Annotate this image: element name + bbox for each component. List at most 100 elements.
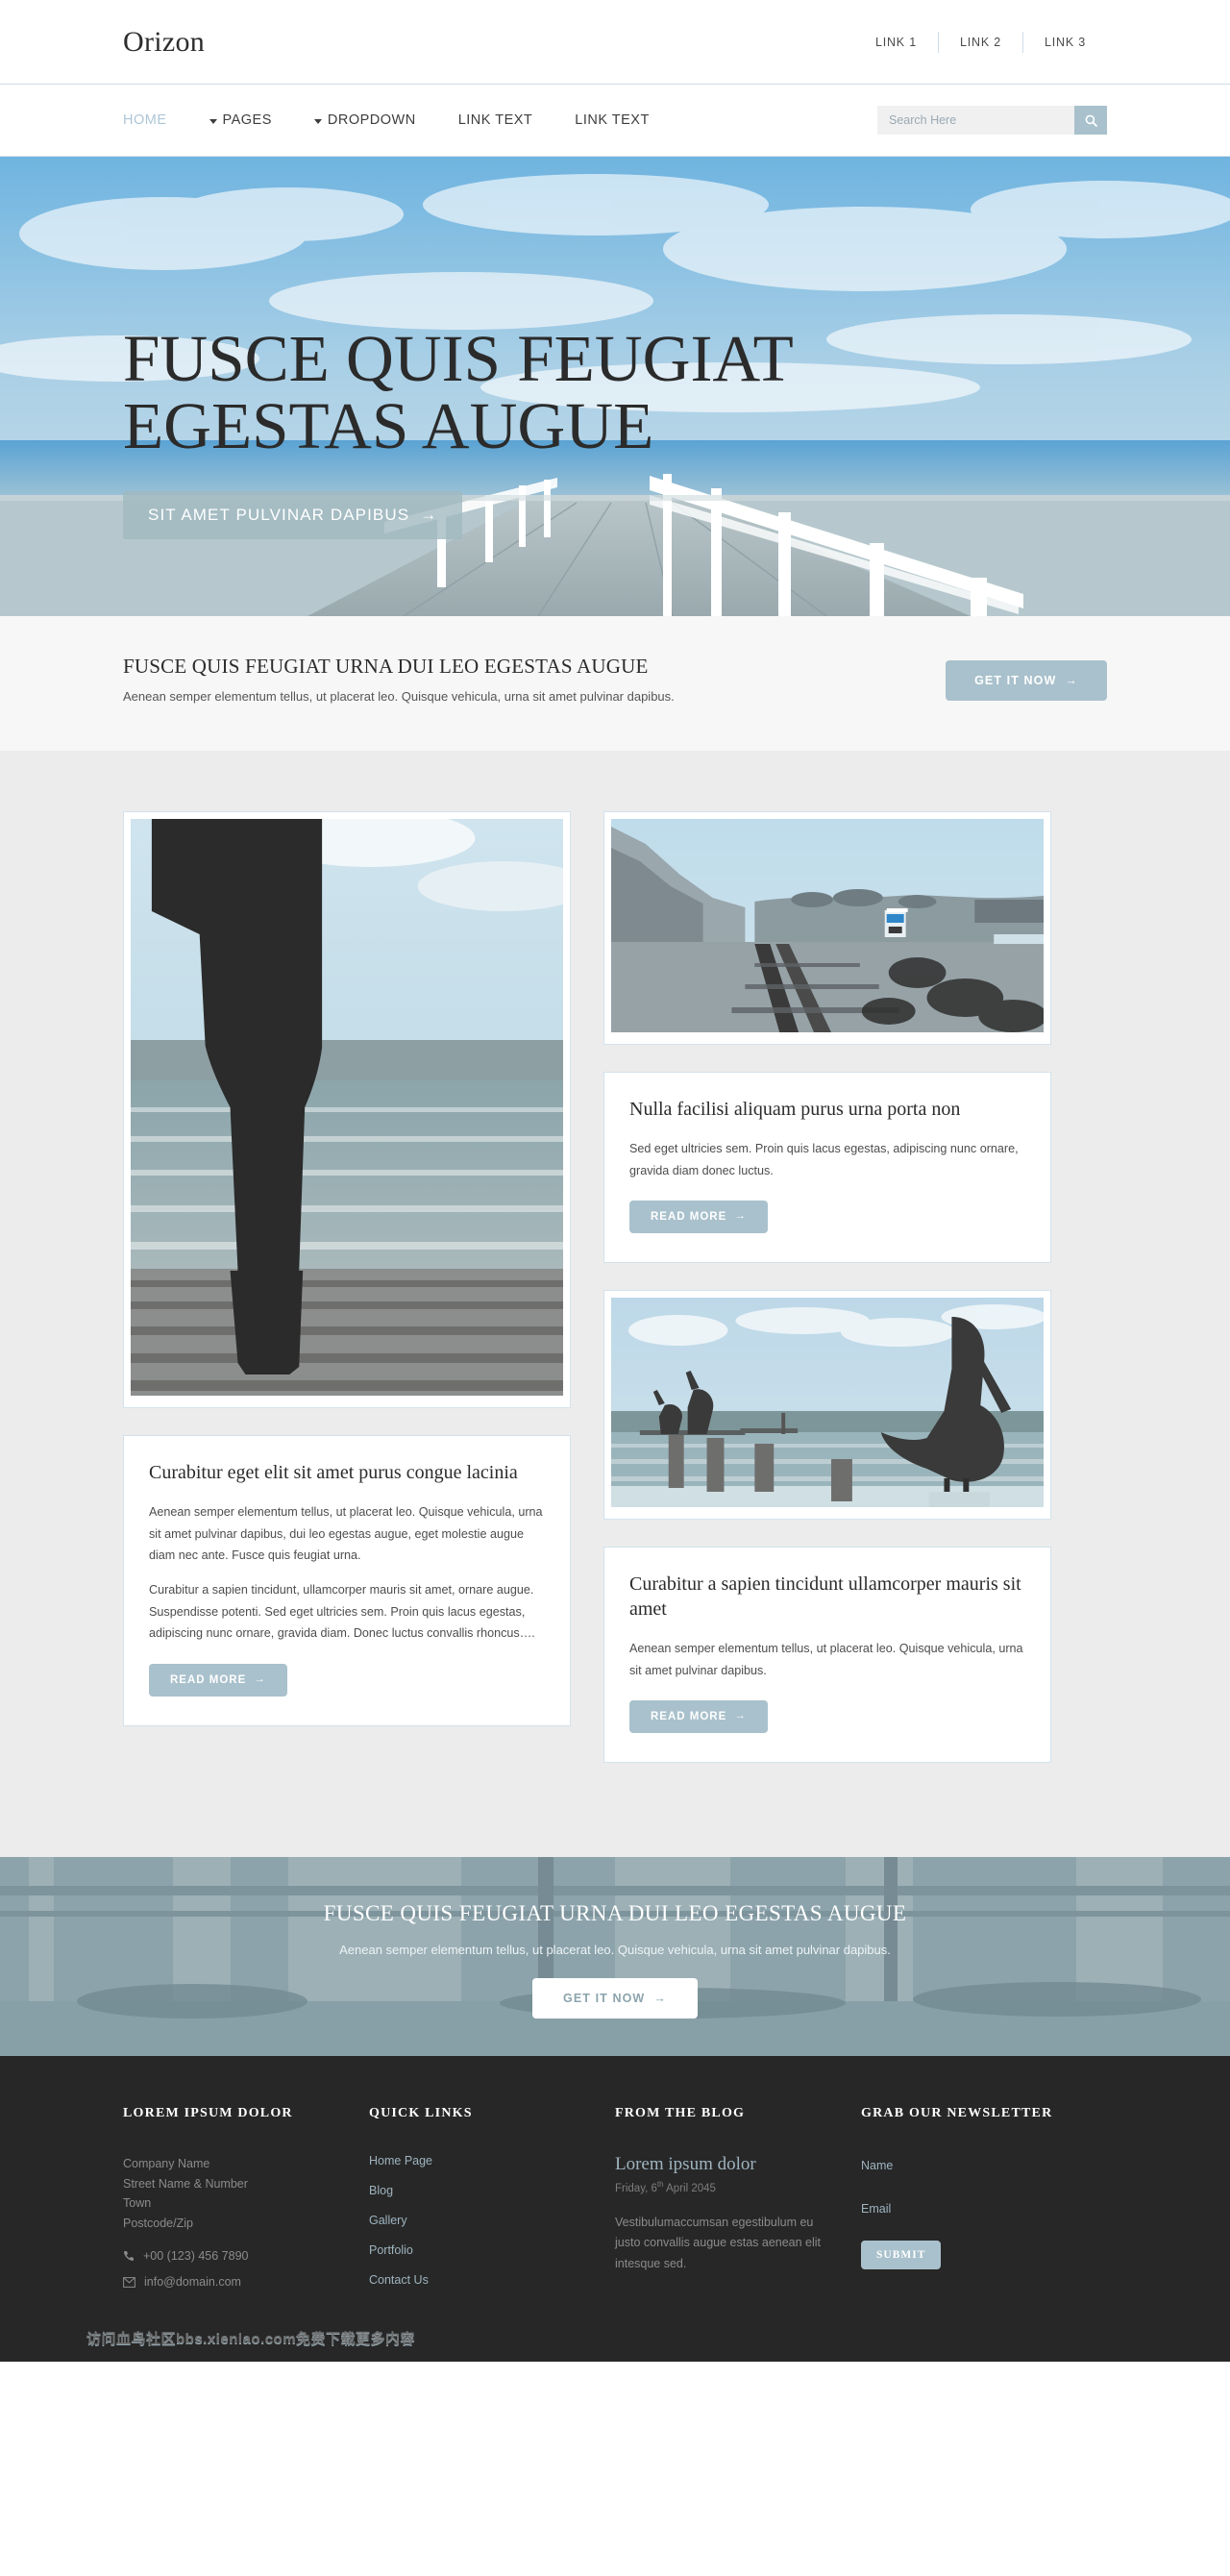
arrow-right-icon: → [734, 1710, 747, 1722]
phone-number[interactable]: +00 (123) 456 7890 [143, 2249, 248, 2263]
post-card-right-2: Curabitur a sapien tincidunt ullamcorper… [603, 1546, 1051, 1763]
intro-description: Aenean semper elementum tellus, ut place… [123, 689, 675, 704]
nav-item-label: LINK TEXT [457, 112, 533, 128]
nav-item-home[interactable]: HOME [123, 112, 167, 128]
arrow-right-icon: → [254, 1672, 266, 1685]
blog-post-date: Friday, 6th April 2045 [615, 2180, 832, 2194]
intro-get-it-now-button[interactable]: GET IT NOW → [946, 659, 1107, 701]
read-more-button[interactable]: READ MORE → [149, 1663, 287, 1697]
post-paragraph: Sed eget ultricies sem. Proin quis lacus… [629, 1142, 1019, 1177]
nav-item-label: HOME [123, 112, 167, 128]
email-address[interactable]: info@domain.com [144, 2275, 241, 2289]
quick-link-blog[interactable]: Blog [369, 2184, 586, 2197]
search-icon [1085, 114, 1097, 127]
read-more-button[interactable]: READ MORE → [629, 1699, 768, 1733]
site-footer: LOREM IPSUM DOLOR Company Name Street Na… [0, 2055, 1230, 2362]
phone-icon [124, 2251, 134, 2262]
date-prefix: Friday, 6 [615, 2182, 657, 2194]
nav-item-pages[interactable]: PAGES [209, 112, 272, 128]
post-title: Curabitur eget elit sit amet purus congu… [149, 1461, 518, 1483]
pelican-image-card [603, 1289, 1051, 1520]
arrow-right-icon: → [734, 1210, 747, 1223]
right-column: Nulla facilisi aliquam purus urna porta … [603, 810, 1051, 1790]
post-card-left: Curabitur eget elit sit amet purus congu… [123, 1434, 571, 1726]
top-links: LINK 1 LINK 2 LINK 3 [854, 31, 1107, 53]
blog-post-excerpt: Vestibulumaccumsan egestibulum eu justo … [615, 2215, 822, 2270]
arrow-right-icon: → [1065, 673, 1078, 687]
footer-col-quick-links: QUICK LINKS Home Page Blog Gallery Portf… [369, 2106, 615, 2303]
quick-link-portfolio[interactable]: Portfolio [369, 2243, 586, 2257]
nav-item-link-text-2[interactable]: LINK TEXT [575, 112, 650, 128]
feature-image-card [123, 808, 590, 1408]
intro-text-block: FUSCE QUIS FEUGIAT URNA DUI LEO EGESTAS … [123, 655, 675, 706]
cta-description: Aenean semper elementum tellus, ut place… [339, 1942, 891, 1957]
newsletter-email-input[interactable] [861, 2196, 1026, 2220]
top-link-1[interactable]: LINK 1 [854, 36, 938, 49]
quick-link-gallery[interactable]: Gallery [369, 2214, 586, 2227]
hero-title: FUSCE QUIS FEUGIAT EGESTAS AUGUE [123, 322, 793, 463]
chevron-down-icon [209, 118, 217, 124]
newsletter-name-input[interactable] [861, 2153, 1026, 2177]
site-logo[interactable]: Orizon [123, 26, 205, 59]
hero-section: FUSCE QUIS FEUGIAT EGESTAS AUGUE SIT AME… [0, 157, 1230, 616]
railway-image [611, 818, 1047, 1037]
post-paragraph: Aenean semper elementum tellus, ut place… [149, 1505, 543, 1562]
cta-title: FUSCE QUIS FEUGIAT URNA DUI LEO EGESTAS … [323, 1900, 907, 1925]
arrow-right-icon: → [653, 1991, 667, 2005]
arrow-right-icon: → [420, 506, 438, 525]
footer-heading-newsletter: GRAB OUR NEWSLETTER [861, 2105, 1053, 2120]
date-ordinal: th [656, 2179, 664, 2189]
post-paragraph: Aenean semper elementum tellus, ut place… [629, 1642, 1023, 1677]
intro-cta-label: GET IT NOW [974, 673, 1057, 687]
nav-item-dropdown[interactable]: DROPDOWN [313, 112, 416, 128]
hero-cta-label: SIT AMET PULVINAR DAPIBUS [148, 505, 410, 524]
top-link-3[interactable]: LINK 3 [1023, 36, 1107, 49]
read-more-label: READ MORE [651, 1210, 727, 1223]
feature-image [131, 808, 590, 1400]
read-more-button[interactable]: READ MORE → [629, 1200, 768, 1233]
cta-button-label: GET IT NOW [563, 1991, 646, 2005]
search-form [877, 106, 1107, 135]
cta-band: FUSCE QUIS FEUGIAT URNA DUI LEO EGESTAS … [0, 1856, 1230, 2056]
pelican-image [611, 1297, 1046, 1512]
nav-item-label: PAGES [222, 112, 272, 128]
newsletter-submit-button[interactable]: SUBMIT [861, 2240, 942, 2269]
nav-item-label: LINK TEXT [575, 112, 650, 128]
quick-link-contact-us[interactable]: Contact Us [369, 2273, 586, 2287]
hero-cta-button[interactable]: SIT AMET PULVINAR DAPIBUS → [123, 490, 463, 539]
nav-item-link-text-1[interactable]: LINK TEXT [458, 112, 533, 128]
nav-item-label: DROPDOWN [327, 112, 416, 128]
date-suffix: April 2045 [663, 2182, 716, 2194]
phone-row: +00 (123) 456 7890 [123, 2249, 340, 2263]
read-more-label: READ MORE [170, 1673, 247, 1686]
quick-links-list: Home Page Blog Gallery Portfolio Contact… [369, 2154, 586, 2287]
main-navigation-bar: HOME PAGES DROPDOWN LINK TEXT LINK TEXT [0, 85, 1230, 157]
watermark-text: 访问血鸟社区bbs.xienlao.com免费下载更多内容 [86, 2330, 416, 2347]
top-link-2[interactable]: LINK 2 [939, 36, 1022, 49]
top-bar: Orizon LINK 1 LINK 2 LINK 3 [0, 0, 1230, 85]
footer-heading-quick-links: QUICK LINKS [369, 2105, 473, 2120]
envelope-icon [123, 2277, 135, 2288]
email-row: info@domain.com [123, 2275, 340, 2289]
post-card-right-1: Nulla facilisi aliquam purus urna porta … [603, 1071, 1051, 1263]
footer-heading-about: LOREM IPSUM DOLOR [123, 2105, 293, 2120]
search-input[interactable] [877, 106, 1074, 135]
search-button[interactable] [1074, 106, 1107, 135]
company-address: Company Name Street Name & Number Town P… [123, 2156, 248, 2230]
footer-col-about: LOREM IPSUM DOLOR Company Name Street Na… [123, 2106, 369, 2303]
content-section: Curabitur eget elit sit amet purus congu… [0, 751, 1230, 1857]
left-column: Curabitur eget elit sit amet purus congu… [123, 808, 590, 1753]
intro-band: FUSCE QUIS FEUGIAT URNA DUI LEO EGESTAS … [0, 616, 1230, 752]
post-title: Curabitur a sapien tincidunt ullamcorper… [629, 1573, 1021, 1620]
footer-heading-blog: FROM THE BLOG [615, 2105, 746, 2120]
blog-post-title[interactable]: Lorem ipsum dolor [615, 2154, 832, 2175]
cta-get-it-now-button[interactable]: GET IT NOW → [532, 1977, 698, 2019]
intro-title: FUSCE QUIS FEUGIAT URNA DUI LEO EGESTAS … [123, 655, 649, 678]
post-title: Nulla facilisi aliquam purus urna porta … [629, 1098, 961, 1120]
quick-link-home-page[interactable]: Home Page [369, 2154, 586, 2167]
post-paragraph: Curabitur a sapien tincidunt, ullamcorpe… [149, 1583, 535, 1641]
read-more-label: READ MORE [651, 1710, 727, 1722]
footer-col-blog: FROM THE BLOG Lorem ipsum dolor Friday, … [615, 2106, 861, 2303]
footer-col-newsletter: GRAB OUR NEWSLETTER SUBMIT [861, 2106, 1107, 2303]
main-nav: HOME PAGES DROPDOWN LINK TEXT LINK TEXT [123, 112, 692, 128]
